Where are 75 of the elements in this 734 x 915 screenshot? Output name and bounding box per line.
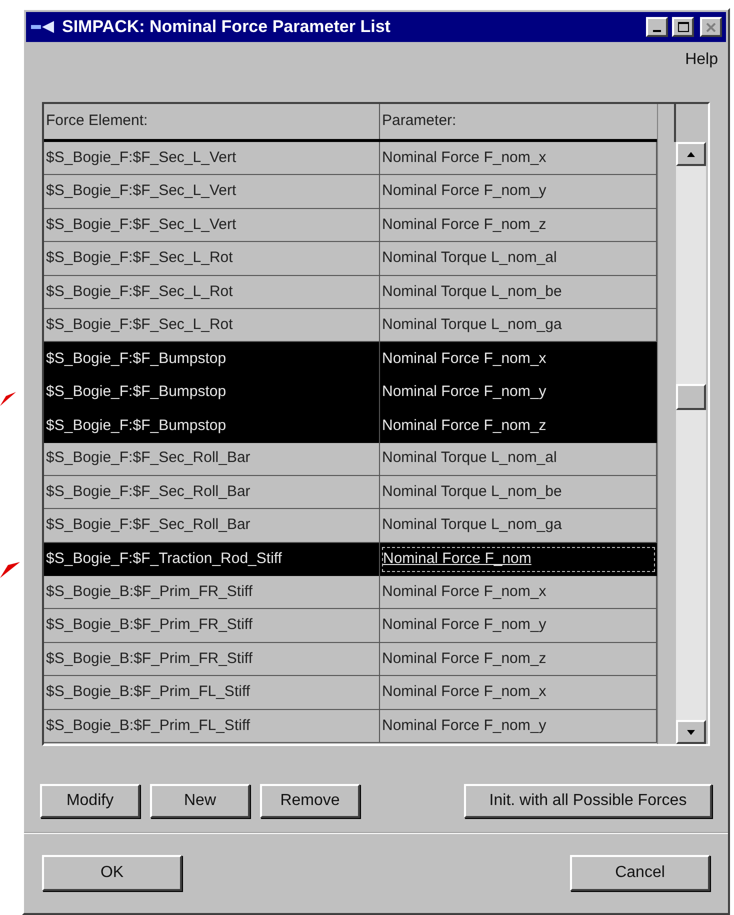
action-button[interactable]: Remove: [260, 784, 360, 818]
maximize-button[interactable]: [672, 17, 694, 37]
arrow-icon: [0, 562, 20, 578]
table-cell-text: Nominal Force F_nom_x: [382, 348, 546, 369]
table-cell-text: $S_Bogie_F:$F_Bumpstop: [46, 382, 226, 402]
table-cell-text: $S_Bogie_F:$F_Sec_Roll_Bar: [46, 515, 250, 536]
table-cell-text: Nominal Force F_nom_x: [382, 148, 546, 168]
table-row[interactable]: $S_Bogie_F:$F_Bumpstop Nominal Force F_nom_x: [44, 342, 657, 376]
table-row[interactable]: $S_Bogie_F:$F_Sec_L_Rot Nominal Torque L_nom_al: [44, 242, 657, 276]
table-row[interactable]: $S_Bogie_B:$F_Prim_FL_Stiff Nominal Force F_nom_x: [44, 676, 657, 710]
column-header[interactable]: Force Element:: [44, 104, 380, 139]
table-row[interactable]: $S_Bogie_B:$F_Prim_FR_Stiff Nominal Force F_nom_z: [44, 642, 657, 676]
table-cell-text: Nominal Torque L_nom_be: [382, 282, 562, 302]
up-arrow-icon: [687, 152, 695, 156]
table-row[interactable]: $S_Bogie_F:$F_Sec_L_Vert Nominal Force F_nom_y: [44, 175, 657, 209]
scroll-down-button[interactable]: [676, 720, 706, 744]
column-header[interactable]: Parameter:: [380, 104, 657, 139]
table-cell-text: $S_Bogie_B:$F_Prim_FL_Stiff: [46, 716, 250, 736]
scroll-thumb[interactable]: [676, 384, 706, 410]
table-row[interactable]: $S_Bogie_F:$F_Bumpstop Nominal Force F_nom_y: [44, 376, 657, 410]
table-cell-text: $S_Bogie_B:$F_Prim_FL_Stiff: [46, 682, 250, 702]
table-cell-text: $S_Bogie_F:$F_Sec_L_Vert: [46, 148, 236, 168]
table-row[interactable]: $S_Bogie_F:$F_Sec_L_Vert Nominal Force F_nom_x: [44, 142, 657, 176]
dialog-button[interactable]: OK: [42, 855, 182, 891]
table-cell-text: Nominal Force F_nom_y: [382, 382, 546, 402]
action-button[interactable]: Modify: [40, 784, 140, 818]
table-cell-text: Nominal Force F_nom_y: [382, 716, 546, 736]
table-cell-text: Nominal Torque L_nom_ga: [382, 515, 562, 536]
table-cell-text: $S_Bogie_F:$F_Bumpstop: [46, 348, 226, 369]
down-arrow-icon: [687, 730, 695, 734]
table-row[interactable]: $S_Bogie_F:$F_Sec_L_Rot Nominal Torque L_nom_ga: [44, 308, 657, 342]
table-cell-text: Nominal Force F_nom_y: [382, 615, 546, 636]
table-cell-text: Nominal Force F_nom_z: [382, 416, 546, 436]
window-title: SIMPACK: Nominal Force Parameter List: [62, 16, 392, 38]
table-cell-text: $S_Bogie_F:$F_Sec_Roll_Bar: [46, 482, 250, 502]
dialog-button[interactable]: Cancel: [570, 855, 710, 891]
table-cell-text: Nominal Force F_nom_y: [382, 181, 546, 202]
menu-item[interactable]: Help: [685, 48, 718, 72]
table-cell-text: $S_Bogie_F:$F_Sec_Roll_Bar: [46, 448, 250, 468]
close-icon: [706, 22, 716, 32]
table-row[interactable]: $S_Bogie_B:$F_Prim_FL_Stiff Nominal Force F_nom_y: [44, 710, 657, 744]
scroll-up-button[interactable]: [676, 142, 706, 166]
table-row[interactable]: $S_Bogie_F:$F_Bumpstop Nominal Force F_nom_z: [44, 409, 657, 443]
table-row[interactable]: $S_Bogie_F:$F_Sec_Roll_Bar Nominal Torque L_nom_ga: [44, 509, 657, 543]
action-button[interactable]: New: [150, 784, 250, 818]
table-row[interactable]: $S_Bogie_F:$F_Sec_Roll_Bar Nominal Torque L_nom_be: [44, 476, 657, 510]
table-cell-text: $S_Bogie_B:$F_Prim_FR_Stiff: [46, 582, 252, 602]
close-button[interactable]: [700, 17, 722, 37]
table-row[interactable]: $S_Bogie_B:$F_Prim_FR_Stiff Nominal Force F_nom_x: [44, 576, 657, 610]
table-cell-text: $S_Bogie_F:$F_Sec_L_Rot: [46, 314, 233, 335]
table-cell-text: Nominal Force F_nom_z: [382, 648, 546, 669]
table-row[interactable]: $S_Bogie_F:$F_Traction_Rod_Stiff Nominal Force F_nom: [44, 542, 657, 576]
table-row[interactable]: $S_Bogie_F:$F_Sec_L_Rot Nominal Torque L_nom_be: [44, 276, 657, 309]
table-cell-text: Nominal Force F_nom_x: [382, 682, 546, 702]
arrow-icon: [0, 392, 16, 406]
table-row[interactable]: $S_Bogie_F:$F_Sec_L_Vert Nominal Force F_nom_z: [44, 208, 657, 242]
minimize-button[interactable]: [646, 17, 668, 37]
table-cell-text: $S_Bogie_B:$F_Prim_FR_Stiff: [46, 648, 252, 669]
table-cell-text: $S_Bogie_F:$F_Sec_L_Rot: [46, 248, 233, 268]
action-button[interactable]: Init. with all Possible Forces: [464, 784, 712, 818]
table-cell-text: $S_Bogie_F:$F_Traction_Rod_Stiff: [46, 549, 282, 570]
table-cell: Nominal Force F_nom: [382, 547, 655, 572]
table-row[interactable]: $S_Bogie_B:$F_Prim_FR_Stiff Nominal Force F_nom_y: [44, 609, 657, 643]
table-cell-text: $S_Bogie_F:$F_Sec_L_Rot: [46, 282, 233, 302]
table-cell-text: Nominal Force F_nom_x: [382, 582, 546, 602]
table-cell-text: $S_Bogie_B:$F_Prim_FR_Stiff: [46, 615, 252, 636]
table-cell-text: Nominal Torque L_nom_al: [382, 448, 557, 468]
table-cell-text: Nominal Torque L_nom_be: [382, 482, 562, 502]
table-cell-text: $S_Bogie_F:$F_Bumpstop: [46, 416, 226, 436]
table-row[interactable]: $S_Bogie_F:$F_Sec_Roll_Bar Nominal Torque L_nom_al: [44, 442, 657, 476]
table-cell-text: Nominal Torque L_nom_al: [382, 248, 557, 268]
table-cell-text: $S_Bogie_F:$F_Sec_L_Vert: [46, 181, 236, 202]
table-cell-text: Nominal Torque L_nom_ga: [382, 314, 562, 335]
table-cell-text: $S_Bogie_F:$F_Sec_L_Vert: [46, 214, 236, 235]
table-cell-text: Nominal Force F_nom_z: [382, 214, 546, 235]
